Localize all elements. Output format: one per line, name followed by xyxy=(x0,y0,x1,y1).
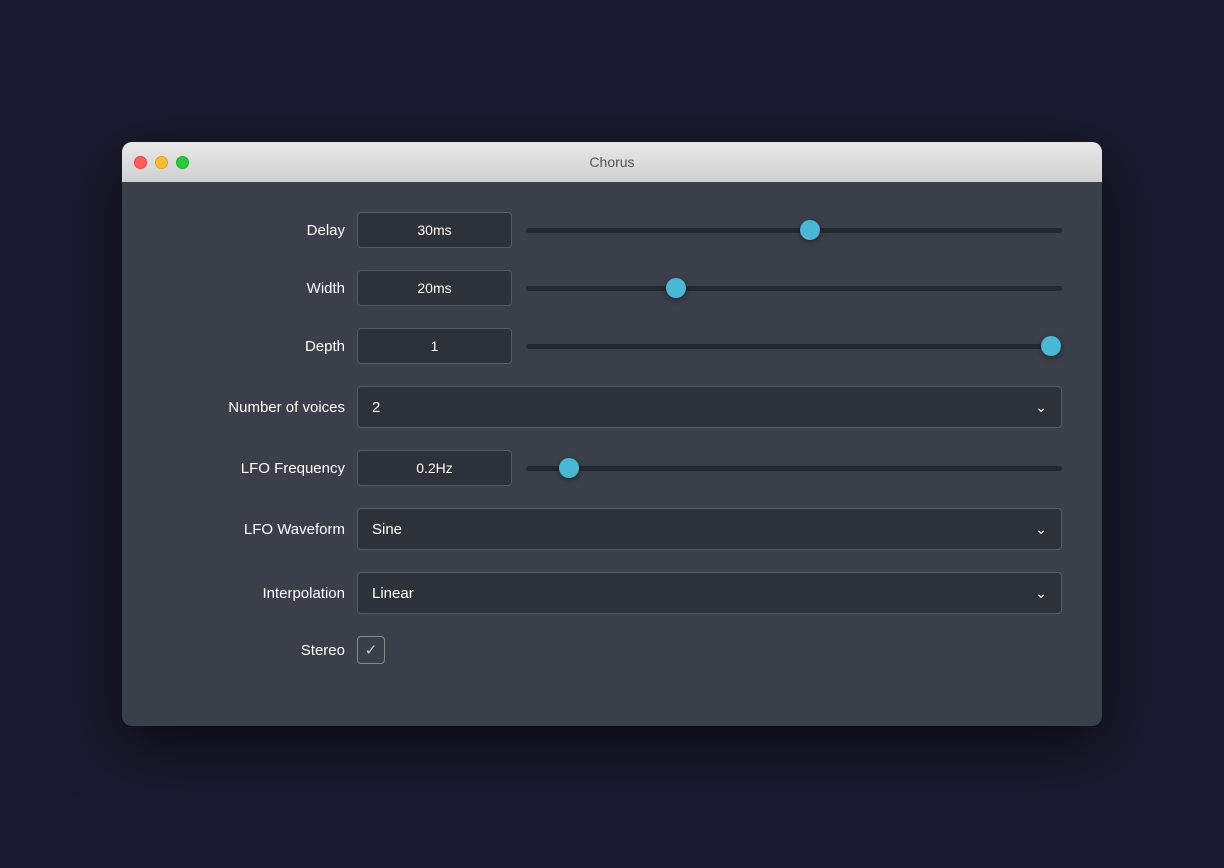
lfo-freq-slider-container xyxy=(512,450,1062,486)
checkmark-icon: ✓ xyxy=(365,641,378,659)
depth-value[interactable]: 1 xyxy=(357,328,512,364)
delay-row: Delay 30ms xyxy=(162,212,1062,248)
maximize-button[interactable] xyxy=(176,156,189,169)
traffic-lights xyxy=(134,156,189,169)
width-value[interactable]: 20ms xyxy=(357,270,512,306)
depth-row: Depth 1 xyxy=(162,328,1062,364)
width-label: Width xyxy=(162,280,357,297)
close-button[interactable] xyxy=(134,156,147,169)
width-slider-container xyxy=(512,270,1062,306)
num-voices-chevron-icon: ⌄ xyxy=(1035,399,1047,416)
lfo-freq-row: LFO Frequency 0.2Hz xyxy=(162,450,1062,486)
delay-value[interactable]: 30ms xyxy=(357,212,512,248)
width-slider-track[interactable] xyxy=(526,286,1062,291)
depth-slider-track[interactable] xyxy=(526,344,1062,349)
interpolation-chevron-icon: ⌄ xyxy=(1035,585,1047,602)
delay-slider-thumb[interactable] xyxy=(800,220,820,240)
depth-slider-container xyxy=(512,328,1062,364)
title-bar: Chorus xyxy=(122,142,1102,182)
minimize-button[interactable] xyxy=(155,156,168,169)
lfo-waveform-label: LFO Waveform xyxy=(162,521,357,538)
num-voices-label: Number of voices xyxy=(162,399,357,416)
lfo-freq-slider-track[interactable] xyxy=(526,466,1062,471)
lfo-waveform-chevron-icon: ⌄ xyxy=(1035,521,1047,538)
delay-label: Delay xyxy=(162,222,357,239)
num-voices-dropdown[interactable]: 2 ⌄ xyxy=(357,386,1062,428)
num-voices-row: Number of voices 2 ⌄ xyxy=(162,386,1062,428)
lfo-freq-slider-thumb[interactable] xyxy=(559,458,579,478)
num-voices-value: 2 xyxy=(372,399,380,416)
interpolation-dropdown[interactable]: Linear ⌄ xyxy=(357,572,1062,614)
delay-slider-container xyxy=(512,212,1062,248)
stereo-label: Stereo xyxy=(162,642,357,659)
interpolation-value: Linear xyxy=(372,585,414,602)
interpolation-row: Interpolation Linear ⌄ xyxy=(162,572,1062,614)
stereo-checkbox[interactable]: ✓ xyxy=(357,636,385,664)
stereo-row: Stereo ✓ xyxy=(162,636,1062,664)
width-row: Width 20ms xyxy=(162,270,1062,306)
window-title: Chorus xyxy=(589,154,634,170)
lfo-waveform-value: Sine xyxy=(372,521,402,538)
lfo-waveform-row: LFO Waveform Sine ⌄ xyxy=(162,508,1062,550)
lfo-freq-value[interactable]: 0.2Hz xyxy=(357,450,512,486)
depth-label: Depth xyxy=(162,338,357,355)
interpolation-label: Interpolation xyxy=(162,585,357,602)
window-body: Delay 30ms Width 20ms Depth 1 xyxy=(122,182,1102,726)
lfo-freq-label: LFO Frequency xyxy=(162,460,357,477)
width-slider-thumb[interactable] xyxy=(666,278,686,298)
lfo-waveform-dropdown[interactable]: Sine ⌄ xyxy=(357,508,1062,550)
delay-slider-track[interactable] xyxy=(526,228,1062,233)
chorus-window: Chorus Delay 30ms Width 20ms De xyxy=(122,142,1102,726)
depth-slider-thumb[interactable] xyxy=(1041,336,1061,356)
